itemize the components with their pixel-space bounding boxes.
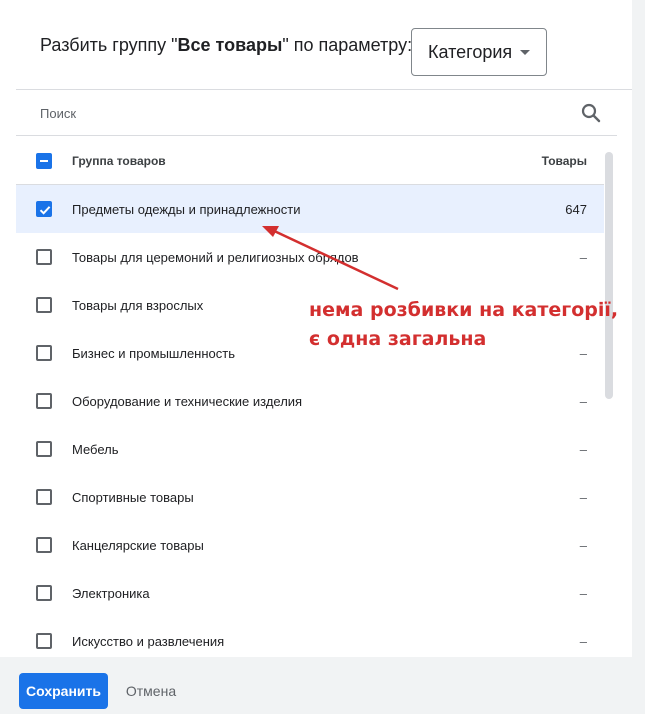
scrollbar-thumb[interactable]: [605, 152, 613, 399]
row-label: Канцелярские товары: [72, 537, 204, 553]
cancel-button[interactable]: Отмена: [118, 673, 184, 709]
row-count: –: [579, 489, 587, 505]
checkbox[interactable]: [36, 249, 52, 265]
annotation-text: нема розбивки на категорії, є одна загал…: [309, 296, 618, 354]
row-count: –: [579, 585, 587, 601]
title-suffix: " по параметру:: [282, 34, 413, 55]
checkbox-checked-icon[interactable]: [36, 201, 52, 217]
row-label: Электроника: [72, 585, 150, 601]
row-count: –: [579, 537, 587, 553]
checkbox[interactable]: [36, 345, 52, 361]
search-icon[interactable]: [579, 101, 603, 125]
checkbox[interactable]: [36, 537, 52, 553]
table-row[interactable]: Искусство и развлечения –: [16, 617, 604, 657]
row-label: Бизнес и промышленность: [72, 345, 235, 361]
checkbox[interactable]: [36, 297, 52, 313]
row-label: Спортивные товары: [72, 489, 194, 505]
column-header-group: Группа товаров: [72, 153, 166, 168]
row-label: Товары для взрослых: [72, 297, 204, 313]
table-row[interactable]: Предметы одежды и принадлежности 647: [16, 185, 604, 233]
row-label: Товары для церемоний и религиозных обряд…: [72, 249, 359, 265]
table-row[interactable]: Товары для церемоний и религиозных обряд…: [16, 233, 604, 281]
row-count: –: [579, 441, 587, 457]
row-label: Мебель: [72, 441, 119, 457]
caret-down-icon: [520, 50, 530, 55]
product-group-table: Группа товаров Товары Предметы одежды и …: [16, 137, 604, 657]
table-row[interactable]: Канцелярские товары –: [16, 521, 604, 569]
table-header-row: Группа товаров Товары: [16, 137, 604, 185]
table-row[interactable]: Электроника –: [16, 569, 604, 617]
row-count: –: [579, 393, 587, 409]
checkbox[interactable]: [36, 633, 52, 649]
row-label: Искусство и развлечения: [72, 633, 225, 649]
search-bar: [16, 90, 617, 136]
dimension-dropdown[interactable]: Категория: [411, 28, 547, 76]
title-prefix: Разбить группу ": [40, 34, 178, 55]
annotation-line-1: нема розбивки на категорії,: [309, 299, 619, 321]
table-row[interactable]: Мебель –: [16, 425, 604, 473]
search-input[interactable]: [40, 102, 560, 124]
checkbox[interactable]: [36, 441, 52, 457]
column-header-count: Товары: [541, 153, 587, 168]
save-button[interactable]: Сохранить: [19, 673, 108, 709]
dialog-title: Разбить группу "Все товары" по параметру…: [40, 35, 412, 56]
checkbox[interactable]: [36, 585, 52, 601]
table-row[interactable]: Спортивные товары –: [16, 473, 604, 521]
title-group-name: Все товары: [177, 34, 283, 55]
dialog-footer: Сохранить Отмена: [0, 657, 632, 714]
row-count: 647: [565, 201, 587, 217]
checkbox-indeterminate-icon[interactable]: [36, 152, 52, 169]
side-panel-edge: [632, 0, 645, 714]
table-row[interactable]: Оборудование и технические изделия –: [16, 377, 604, 425]
row-count: –: [579, 249, 587, 265]
row-label: Предметы одежды и принадлежности: [72, 201, 301, 217]
dropdown-value: Категория: [428, 41, 513, 62]
row-label: Оборудование и технические изделия: [72, 393, 303, 409]
checkbox[interactable]: [36, 393, 52, 409]
checkbox[interactable]: [36, 489, 52, 505]
row-count: –: [579, 633, 587, 649]
annotation-line-2: є одна загальна: [309, 328, 487, 350]
